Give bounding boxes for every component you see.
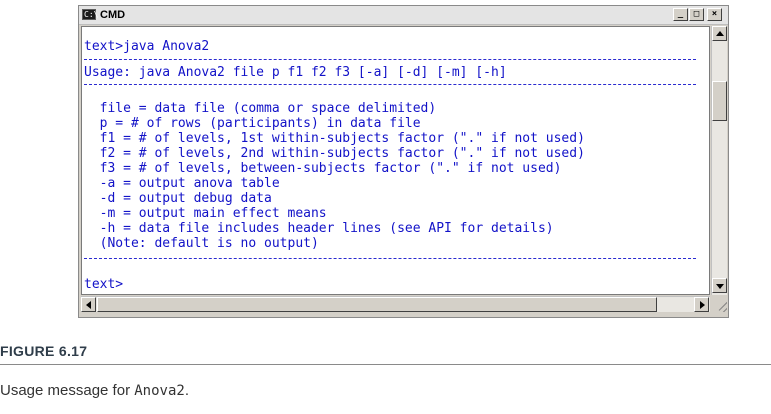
scroll-right-button[interactable]: [694, 297, 709, 312]
window-title: CMD: [100, 9, 126, 21]
option-line: -m = output main effect means: [84, 206, 327, 221]
caption-suffix: .: [184, 382, 189, 399]
option-line: f2 = # of levels, 2nd within-subjects fa…: [84, 146, 585, 161]
option-line: f1 = # of levels, 1st within-subjects fa…: [84, 131, 585, 146]
separator-mid: [84, 84, 696, 85]
horizontal-scroll-thumb[interactable]: [97, 297, 657, 312]
option-line: file = data file (comma or space delimit…: [84, 101, 437, 116]
arrow-left-icon: [86, 301, 91, 309]
arrow-up-icon: [716, 31, 724, 36]
vertical-scroll-thumb[interactable]: [712, 81, 727, 121]
horizontal-scrollbar[interactable]: [81, 296, 710, 312]
separator-top: [84, 59, 696, 60]
scroll-up-button[interactable]: [712, 26, 727, 41]
console-output[interactable]: text>java Anova2 Usage: java Anova2 file…: [81, 26, 710, 295]
option-line: -h = data file includes header lines (se…: [84, 221, 554, 236]
caption-divider: [0, 364, 771, 365]
option-line: -a = output anova table: [84, 176, 280, 191]
option-line: p = # of rows (participants) in data fil…: [84, 116, 421, 131]
caption-prefix: Usage message for: [0, 382, 135, 399]
console-icon[interactable]: C:\: [82, 9, 98, 20]
scroll-left-button[interactable]: [81, 297, 96, 312]
option-line: f3 = # of levels, between-subjects facto…: [84, 161, 562, 176]
option-line: (Note: default is no output): [84, 236, 319, 251]
caption-code: Anova2: [134, 383, 185, 399]
arrow-down-icon: [716, 284, 724, 289]
cmd-window: C:\ CMD _ □ × text>java Anova2 Usage: ja…: [78, 5, 729, 318]
title-bar[interactable]: C:\ CMD _ □ ×: [79, 6, 728, 25]
minimize-button[interactable]: _: [673, 8, 688, 21]
figure-label: FIGURE 6.17: [0, 343, 88, 359]
figure-caption: Usage message for Anova2.: [0, 382, 189, 399]
option-line: -d = output debug data: [84, 191, 272, 206]
separator-bottom: [84, 258, 696, 259]
usage-line: Usage: java Anova2 file p f1 f2 f3 [-a] …: [84, 65, 507, 80]
final-prompt: text>: [84, 277, 124, 292]
arrow-right-icon: [700, 301, 705, 309]
command-line: text>java Anova2: [84, 39, 210, 54]
vertical-scrollbar[interactable]: [711, 26, 727, 295]
close-button[interactable]: ×: [707, 8, 722, 21]
maximize-button[interactable]: □: [689, 8, 704, 21]
scroll-down-button[interactable]: [712, 278, 727, 293]
resize-grip-icon[interactable]: [711, 296, 727, 312]
